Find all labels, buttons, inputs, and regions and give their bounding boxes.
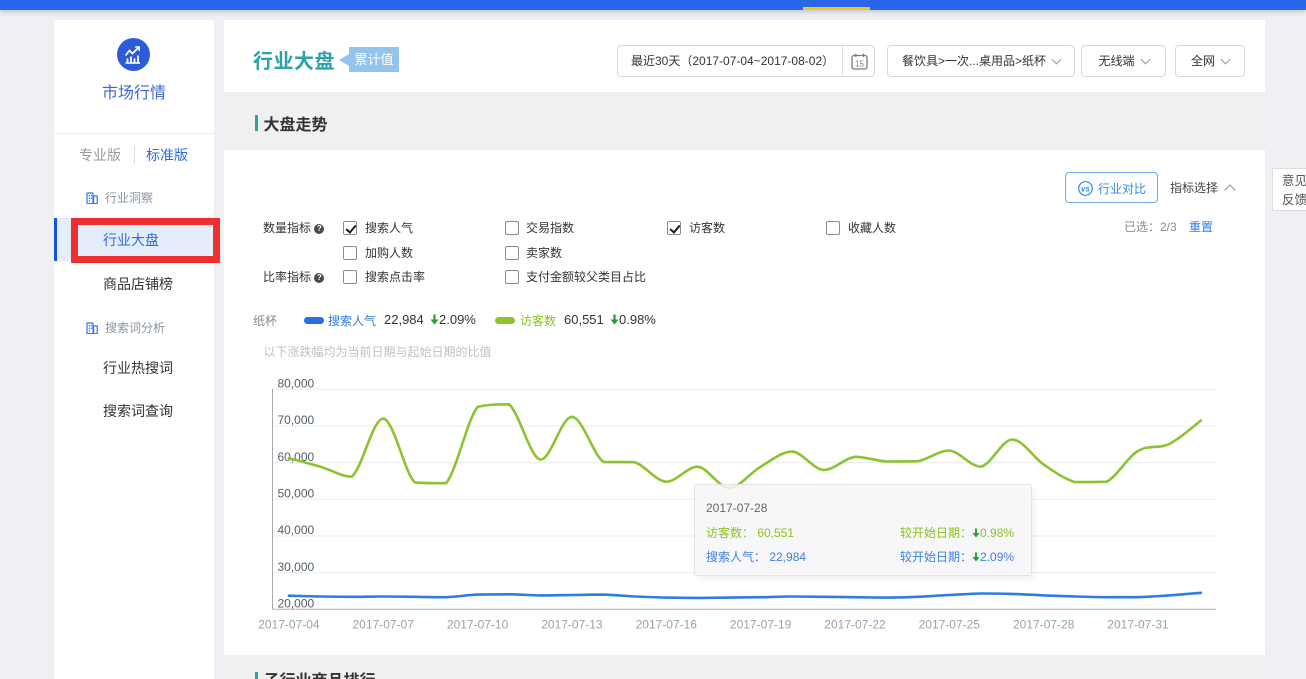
svg-text:2017-07-04: 2017-07-04 bbox=[258, 618, 320, 632]
svg-text:2017-07-13: 2017-07-13 bbox=[541, 618, 603, 632]
svg-text:50,000: 50,000 bbox=[278, 487, 315, 501]
svg-text:20,000: 20,000 bbox=[278, 597, 315, 611]
svg-text:2017-07-19: 2017-07-19 bbox=[730, 618, 792, 632]
svg-text:2017-07-22: 2017-07-22 bbox=[824, 618, 886, 632]
svg-text:2017-07-07: 2017-07-07 bbox=[353, 618, 415, 632]
svg-text:70,000: 70,000 bbox=[278, 413, 315, 427]
svg-text:2017-07-28: 2017-07-28 bbox=[1013, 618, 1075, 632]
svg-text:40,000: 40,000 bbox=[278, 523, 315, 537]
svg-text:30,000: 30,000 bbox=[278, 560, 315, 574]
svg-text:2017-07-10: 2017-07-10 bbox=[447, 618, 509, 632]
svg-text:2017-07-31: 2017-07-31 bbox=[1107, 618, 1169, 632]
svg-text:80,000: 80,000 bbox=[278, 377, 315, 391]
svg-text:2017-07-16: 2017-07-16 bbox=[636, 618, 698, 632]
svg-text:60,000: 60,000 bbox=[278, 450, 315, 464]
svg-text:2017-07-25: 2017-07-25 bbox=[919, 618, 981, 632]
